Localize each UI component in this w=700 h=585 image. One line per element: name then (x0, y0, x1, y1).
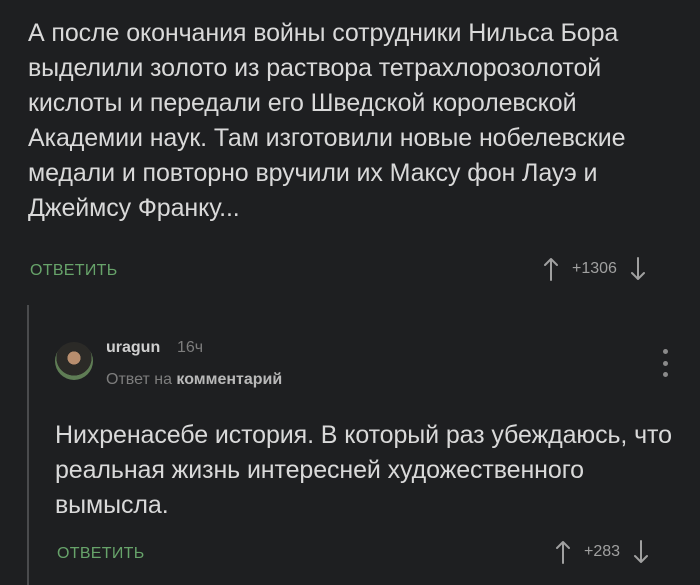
reply-score: +283 (584, 543, 621, 560)
thread-line[interactable] (27, 305, 29, 585)
upvote-arrow-up-icon[interactable] (540, 255, 562, 283)
more-vertical-icon[interactable] (660, 349, 670, 377)
downvote-arrow-down-icon[interactable] (627, 255, 649, 283)
reply-body: Нихренасебе история. В который раз убежд… (55, 421, 672, 519)
downvote-arrow-down-icon[interactable] (630, 538, 652, 566)
comment-time: 16ч (177, 339, 204, 356)
comment-body: А после окончания войны сотрудники Нильс… (28, 19, 626, 222)
reply-to-prefix: Ответ на (106, 371, 172, 388)
comments-page: А после окончания войны сотрудники Нильс… (0, 0, 700, 585)
parent-comment-link[interactable]: комментарий (176, 371, 282, 388)
username[interactable]: uragun (106, 339, 160, 357)
comment-rating: +1306 (540, 255, 649, 283)
reply-button-2[interactable]: ОТВЕТИТЬ (57, 545, 145, 563)
comment-score: +1306 (572, 260, 617, 277)
reply-rating: +283 (552, 538, 652, 566)
upvote-arrow-up-icon[interactable] (552, 538, 574, 566)
avatar[interactable] (55, 342, 93, 380)
reply-to-info: Ответ на комментарий (106, 371, 282, 389)
reply-button[interactable]: ОТВЕТИТЬ (30, 262, 118, 280)
